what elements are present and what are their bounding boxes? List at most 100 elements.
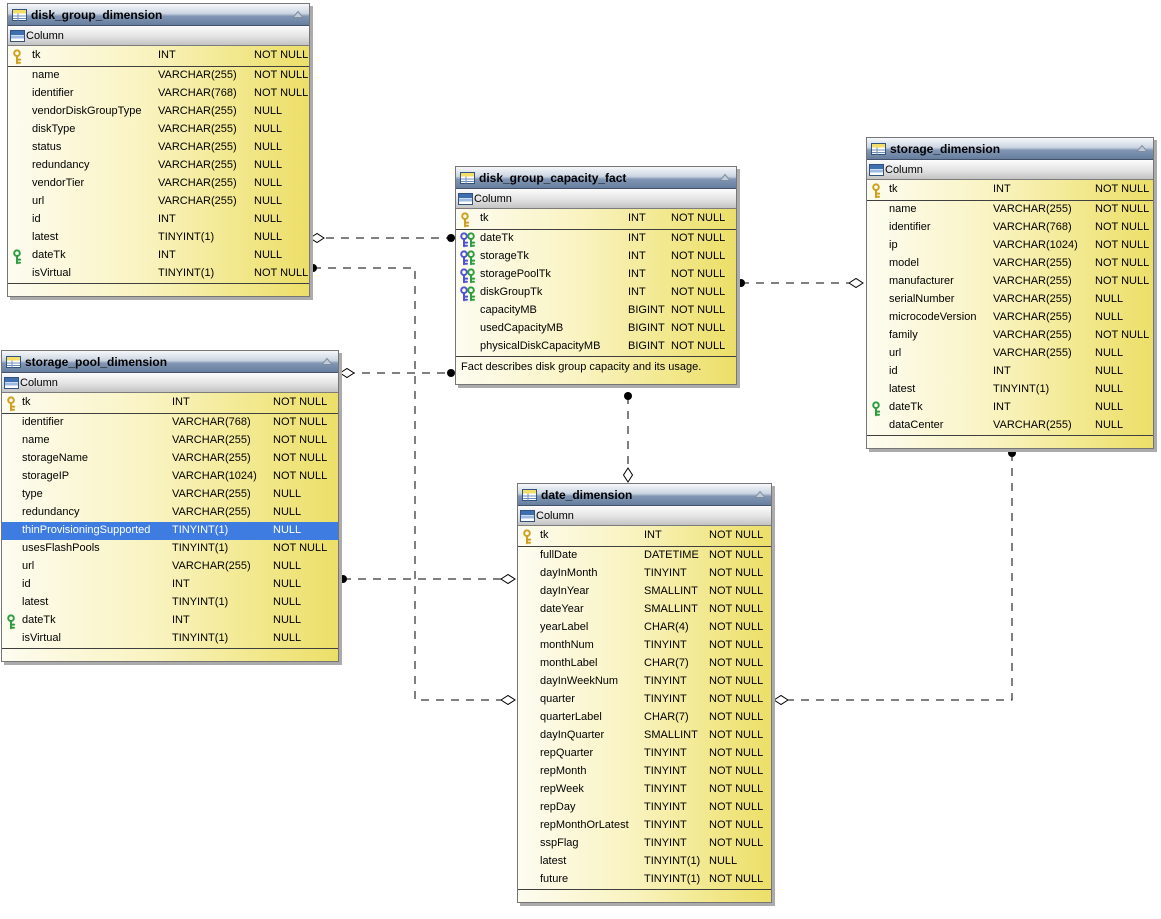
column-row-storageIP[interactable]: storageIP VARCHAR(1024) NOT NULL [2,468,338,486]
column-row-serialNumber[interactable]: serialNumber VARCHAR(255) NULL [867,291,1153,309]
collapse-icon[interactable] [753,489,767,500]
column-row-repMonthOrLatest[interactable]: repMonthOrLatest TINYINT NOT NULL [518,817,771,835]
table-disk_group_dimension[interactable]: disk_group_dimension Column tk INT NOT NULL n… [7,3,310,297]
column-row-repQuarter[interactable]: repQuarter TINYINT NOT NULL [518,745,771,763]
column-row-url[interactable]: url VARCHAR(255) NULL [2,558,338,576]
column-row-monthNum[interactable]: monthNum TINYINT NOT NULL [518,637,771,655]
column-row-dateTk[interactable]: dateTk INT NULL [2,612,338,630]
column-row-dateTk[interactable]: dateTk INT NULL [8,247,309,265]
relationship-disk_group_dimension-disk_group_capacity_fact[interactable] [309,232,455,244]
table-date_dimension[interactable]: date_dimension Column tk INT NOT NULL fullDat… [517,483,772,903]
column-nullable: NULL [254,231,283,243]
relationship-storage_pool_dimension-date_dimension[interactable] [339,573,516,585]
column-row-id[interactable]: id INT NULL [2,576,338,594]
column-row-url[interactable]: url VARCHAR(255) NULL [867,345,1153,363]
table-header[interactable]: date_dimension [518,484,771,506]
column-row-tk[interactable]: tk INT NOT NULL [867,180,1153,201]
column-row-dateTk[interactable]: dateTk INT NOT NULL [456,230,736,248]
column-row-tk[interactable]: tk INT NOT NULL [8,46,309,67]
column-section-header[interactable]: Column [518,506,771,526]
column-row-quarterLabel[interactable]: quarterLabel CHAR(7) NOT NULL [518,709,771,727]
column-row-manufacturer[interactable]: manufacturer VARCHAR(255) NOT NULL [867,273,1153,291]
column-row-microcodeVersion[interactable]: microcodeVersion VARCHAR(255) NULL [867,309,1153,327]
column-row-diskGroupTk[interactable]: diskGroupTk INT NOT NULL [456,284,736,302]
column-row-dayInQuarter[interactable]: dayInQuarter SMALLINT NOT NULL [518,727,771,745]
column-row-dayInYear[interactable]: dayInYear SMALLINT NOT NULL [518,583,771,601]
column-row-repDay[interactable]: repDay TINYINT NOT NULL [518,799,771,817]
column-row-physicalDiskCapacityMB[interactable]: physicalDiskCapacityMB BIGINT NOT NULL [456,338,736,356]
column-row-status[interactable]: status VARCHAR(255) NULL [8,139,309,157]
column-row-thinProvisioningSupported[interactable]: thinProvisioningSupported TINYINT(1) NULL [2,522,338,540]
table-header[interactable]: storage_pool_dimension [2,351,338,373]
column-row-dateTk[interactable]: dateTk INT NULL [867,399,1153,417]
collapse-icon[interactable] [320,356,334,367]
collapse-icon[interactable] [291,9,305,20]
column-row-diskType[interactable]: diskType VARCHAR(255) NULL [8,121,309,139]
column-row-quarter[interactable]: quarter TINYINT NOT NULL [518,691,771,709]
column-row-family[interactable]: family VARCHAR(255) NOT NULL [867,327,1153,345]
table-storage_pool_dimension[interactable]: storage_pool_dimension Column tk INT NOT NUL… [1,350,339,662]
column-row-monthLabel[interactable]: monthLabel CHAR(7) NOT NULL [518,655,771,673]
column-section-header[interactable]: Column [867,160,1153,180]
column-row-usesFlashPools[interactable]: usesFlashPools TINYINT(1) NOT NULL [2,540,338,558]
table-comment: Fact describes disk group capacity and i… [456,356,736,384]
column-row-dayInWeekNum[interactable]: dayInWeekNum TINYINT NOT NULL [518,673,771,691]
column-row-usedCapacityMB[interactable]: usedCapacityMB BIGINT NOT NULL [456,320,736,338]
column-row-tk[interactable]: tk INT NOT NULL [456,209,736,230]
table-header[interactable]: disk_group_dimension [8,4,309,26]
column-name: serialNumber [889,293,955,305]
relationship-disk_group_capacity_fact-date_dimension[interactable] [622,392,634,483]
column-section-header[interactable]: Column [456,189,736,209]
column-row-tk[interactable]: tk INT NOT NULL [518,526,771,547]
column-row-capacityMB[interactable]: capacityMB BIGINT NOT NULL [456,302,736,320]
column-row-yearLabel[interactable]: yearLabel CHAR(4) NOT NULL [518,619,771,637]
column-row-dataCenter[interactable]: dataCenter VARCHAR(255) NULL [867,417,1153,435]
relationship-disk_group_capacity_fact-storage_dimension[interactable] [737,277,864,289]
column-row-url[interactable]: url VARCHAR(255) NULL [8,193,309,211]
table-disk_group_capacity_fact[interactable]: disk_group_capacity_fact Column tk INT NOT N… [455,166,737,385]
column-row-latest[interactable]: latest TINYINT(1) NULL [2,594,338,612]
column-row-redundancy[interactable]: redundancy VARCHAR(255) NULL [2,504,338,522]
column-row-sspFlag[interactable]: sspFlag TINYINT NOT NULL [518,835,771,853]
column-row-storageTk[interactable]: storageTk INT NOT NULL [456,248,736,266]
collapse-icon[interactable] [718,172,732,183]
table-storage_dimension[interactable]: storage_dimension Column tk INT NOT NULL name… [866,137,1154,449]
column-row-type[interactable]: type VARCHAR(255) NULL [2,486,338,504]
column-row-identifier[interactable]: identifier VARCHAR(768) NOT NULL [8,85,309,103]
table-header[interactable]: storage_dimension [867,138,1153,160]
column-row-name[interactable]: name VARCHAR(255) NOT NULL [2,432,338,450]
relationship-storage_pool_dimension-disk_group_capacity_fact[interactable] [339,367,455,379]
column-row-repWeek[interactable]: repWeek TINYINT NOT NULL [518,781,771,799]
column-row-name[interactable]: name VARCHAR(255) NOT NULL [8,67,309,85]
column-row-ip[interactable]: ip VARCHAR(1024) NOT NULL [867,237,1153,255]
table-header[interactable]: disk_group_capacity_fact [456,167,736,189]
column-row-tk[interactable]: tk INT NOT NULL [2,393,338,414]
column-row-identifier[interactable]: identifier VARCHAR(768) NOT NULL [2,414,338,432]
column-row-redundancy[interactable]: redundancy VARCHAR(255) NULL [8,157,309,175]
column-row-model[interactable]: model VARCHAR(255) NOT NULL [867,255,1153,273]
collapse-icon[interactable] [1135,143,1149,154]
column-section-header[interactable]: Column [8,26,309,46]
column-row-name[interactable]: name VARCHAR(255) NOT NULL [867,201,1153,219]
column-row-repMonth[interactable]: repMonth TINYINT NOT NULL [518,763,771,781]
column-row-storageName[interactable]: storageName VARCHAR(255) NOT NULL [2,450,338,468]
column-row-latest[interactable]: latest TINYINT(1) NULL [518,853,771,871]
column-row-future[interactable]: future TINYINT(1) NOT NULL [518,871,771,889]
column-row-identifier[interactable]: identifier VARCHAR(768) NOT NULL [867,219,1153,237]
column-type: TINYINT [644,801,687,813]
column-row-isVirtual[interactable]: isVirtual TINYINT(1) NOT NULL [8,265,309,283]
column-row-id[interactable]: id INT NULL [867,363,1153,381]
column-row-isVirtual[interactable]: isVirtual TINYINT(1) NULL [2,630,338,648]
relationship-storage_dimension-date_dimension[interactable] [773,449,1016,706]
column-name: usedCapacityMB [480,322,564,334]
column-row-dayInMonth[interactable]: dayInMonth TINYINT NOT NULL [518,565,771,583]
column-row-dateYear[interactable]: dateYear SMALLINT NOT NULL [518,601,771,619]
column-row-vendorDiskGroupType[interactable]: vendorDiskGroupType VARCHAR(255) NULL [8,103,309,121]
column-row-storagePoolTk[interactable]: storagePoolTk INT NOT NULL [456,266,736,284]
column-row-latest[interactable]: latest TINYINT(1) NULL [867,381,1153,399]
column-row-vendorTier[interactable]: vendorTier VARCHAR(255) NULL [8,175,309,193]
column-row-latest[interactable]: latest TINYINT(1) NULL [8,229,309,247]
column-row-id[interactable]: id INT NULL [8,211,309,229]
column-section-header[interactable]: Column [2,373,338,393]
column-row-fullDate[interactable]: fullDate DATETIME NOT NULL [518,547,771,565]
